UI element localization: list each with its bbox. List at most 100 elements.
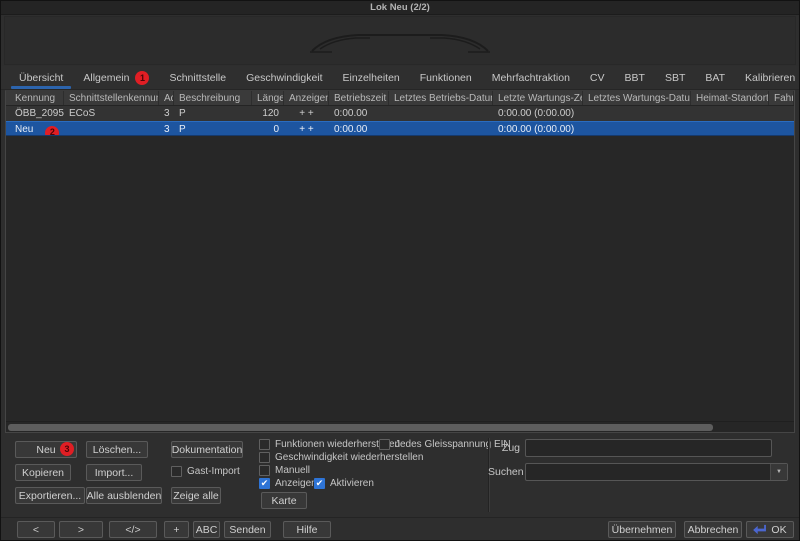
zug-input[interactable]	[525, 439, 772, 457]
tab-label: Einzelheiten	[343, 72, 400, 84]
tab-label: SBT	[665, 72, 685, 84]
column-header-letztes-wartungs-datum[interactable]: Letztes Wartungs-Datum	[583, 91, 691, 105]
tab-label: BAT	[705, 72, 725, 84]
cell-schnittstellenkennung: ECoS	[64, 106, 159, 121]
button-label: Alle ausblenden	[87, 490, 162, 502]
karte-button[interactable]: Karte	[261, 492, 307, 509]
exportieren-button[interactable]: Exportieren...	[15, 487, 85, 504]
checkbox-label: Aktivieren	[330, 478, 374, 489]
tab-funktionen[interactable]: Funktionen	[410, 67, 482, 89]
locomotive-sketch-icon	[280, 19, 520, 63]
cell-beschreibung: P	[174, 106, 252, 121]
column-header-letzte-wartungs-zeit[interactable]: Letzte Wartungs-Zeit	[493, 91, 583, 105]
tab-bbt[interactable]: BBT	[615, 67, 655, 89]
kopieren-button[interactable]: Kopieren	[15, 464, 71, 481]
checkbox-icon	[379, 439, 390, 450]
cell-laenge: 120	[252, 106, 284, 121]
button-label: Zeige alle	[173, 490, 219, 502]
button-label: Übernehmen	[612, 524, 673, 536]
column-header-betriebszeit[interactable]: Betriebszeit	[329, 91, 389, 105]
tab-label: Funktionen	[420, 72, 472, 84]
manuell-checkbox[interactable]: Manuell	[259, 465, 310, 476]
loco-table: Kennung Schnittstellenkennung Adr Beschr…	[5, 90, 795, 433]
cell-adr: 3	[159, 106, 174, 121]
cell-anzeigen: + +	[284, 122, 329, 135]
column-header-anzeigen[interactable]: Anzeigen	[284, 91, 329, 105]
bottom-panel: Neu 3 Löschen... Dokumentation Kopieren …	[1, 434, 799, 516]
abc-button[interactable]: ABC	[193, 521, 220, 538]
table-row[interactable]: ÖBB_2095.06 ECoS 3 P 120 + + 0:00.00 0:0…	[6, 106, 794, 121]
button-label: ABC	[196, 524, 218, 536]
cell-text: Neu	[15, 124, 33, 135]
column-header-kennung[interactable]: Kennung	[10, 91, 64, 105]
suchen-combobox[interactable]: ▼	[525, 463, 788, 481]
tab-einzelheiten[interactable]: Einzelheiten	[333, 67, 410, 89]
alle-ausblenden-button[interactable]: Alle ausblenden	[86, 487, 162, 504]
column-header-laenge[interactable]: Länge	[252, 91, 284, 105]
tab-cv[interactable]: CV	[580, 67, 615, 89]
button-label: Löschen...	[93, 444, 141, 456]
tab-label: CV	[590, 72, 605, 84]
column-header-schnittstellenkennung[interactable]: Schnittstellenkennung	[64, 91, 159, 105]
zeige-alle-button[interactable]: Zeige alle	[171, 487, 221, 504]
aktivieren-checkbox[interactable]: ✔ Aktivieren	[314, 478, 374, 489]
button-label: Karte	[271, 495, 296, 507]
prev-button[interactable]: <	[17, 521, 55, 538]
tab-schnittstelle[interactable]: Schnittstelle	[159, 67, 236, 89]
chevron-down-icon[interactable]: ▼	[770, 464, 787, 480]
horizontal-scrollbar-thumb[interactable]	[8, 424, 713, 431]
plus-button[interactable]: +	[164, 521, 189, 538]
button-label: >	[78, 524, 84, 536]
column-header-adr[interactable]: Adr	[159, 91, 174, 105]
tab-sbt[interactable]: SBT	[655, 67, 695, 89]
dokumentation-button[interactable]: Dokumentation	[171, 441, 243, 458]
tab-geschwindigkeit[interactable]: Geschwindigkeit	[236, 67, 332, 89]
table-row-selected[interactable]: Neu2 3 P 0 + + 0:00.00 0:00.00 (0:00.00)	[6, 121, 794, 136]
abbrechen-button[interactable]: Abbrechen	[684, 521, 742, 538]
geschwindigkeit-wiederherstellen-checkbox[interactable]: Geschwindigkeit wiederherstellen	[259, 452, 423, 463]
anzeigen-checkbox[interactable]: ✔ Anzeigen	[259, 478, 317, 489]
neu-button[interactable]: Neu 3	[15, 441, 77, 458]
uebernehmen-button[interactable]: Übernehmen	[608, 521, 676, 538]
tab-label: Schnittstelle	[169, 72, 226, 84]
tab-label: Übersicht	[19, 72, 63, 84]
senden-button[interactable]: Senden	[224, 521, 271, 538]
title-bar: Lok Neu (2/2)	[1, 1, 799, 15]
checkbox-label: Geschwindigkeit wiederherstellen	[275, 452, 423, 463]
tab-allgemein[interactable]: Allgemein 1	[73, 66, 159, 90]
tab-label: BBT	[625, 72, 645, 84]
tab-uebersicht[interactable]: Übersicht	[9, 67, 73, 89]
cell-fahrp	[769, 106, 794, 121]
import-button[interactable]: Import...	[86, 464, 142, 481]
cell-kennung: ÖBB_2095.06	[10, 106, 64, 121]
hilfe-button[interactable]: Hilfe	[283, 521, 331, 538]
column-header-fahrp[interactable]: Fahrp	[769, 91, 794, 105]
column-header-letztes-betriebs-datum[interactable]: Letztes Betriebs-Datum	[389, 91, 493, 105]
zug-label: Zug	[488, 442, 520, 454]
cell-fahrp	[769, 122, 794, 135]
cell-betriebszeit: 0:00.00	[329, 106, 389, 121]
next-button[interactable]: >	[59, 521, 103, 538]
cell-letzte-wartungs-zeit: 0:00.00 (0:00.00)	[493, 122, 583, 135]
tab-mehrfachtraktion[interactable]: Mehrfachtraktion	[482, 67, 580, 89]
button-label: OK	[771, 524, 786, 536]
dialog-lok-neu: Lok Neu (2/2) Übersicht Allgemein 1 Schn…	[0, 0, 800, 541]
column-header-heimat-standort[interactable]: Heimat-Standort	[691, 91, 769, 105]
column-header-beschreibung[interactable]: Beschreibung	[174, 91, 252, 105]
tab-label: Mehrfachtraktion	[492, 72, 570, 84]
tab-kalibrieren[interactable]: Kalibrieren	[735, 67, 800, 89]
cell-letztes-betriebs-datum	[389, 122, 493, 135]
code-button[interactable]: </>	[109, 521, 157, 538]
button-label: Abbrechen	[688, 524, 739, 536]
tab-bat[interactable]: BAT	[695, 67, 735, 89]
loco-preview-panel	[4, 16, 796, 65]
loeschen-button[interactable]: Löschen...	[86, 441, 148, 458]
checkbox-icon	[259, 452, 270, 463]
horizontal-scrollbar	[6, 421, 794, 432]
checkbox-icon	[259, 439, 270, 450]
ok-button[interactable]: OK	[746, 521, 794, 538]
button-label: Dokumentation	[172, 444, 243, 456]
gast-import-checkbox[interactable]: Gast-Import	[171, 466, 240, 477]
cell-letzte-wartungs-zeit: 0:00.00 (0:00.00)	[493, 106, 583, 121]
button-label: </>	[125, 524, 140, 536]
